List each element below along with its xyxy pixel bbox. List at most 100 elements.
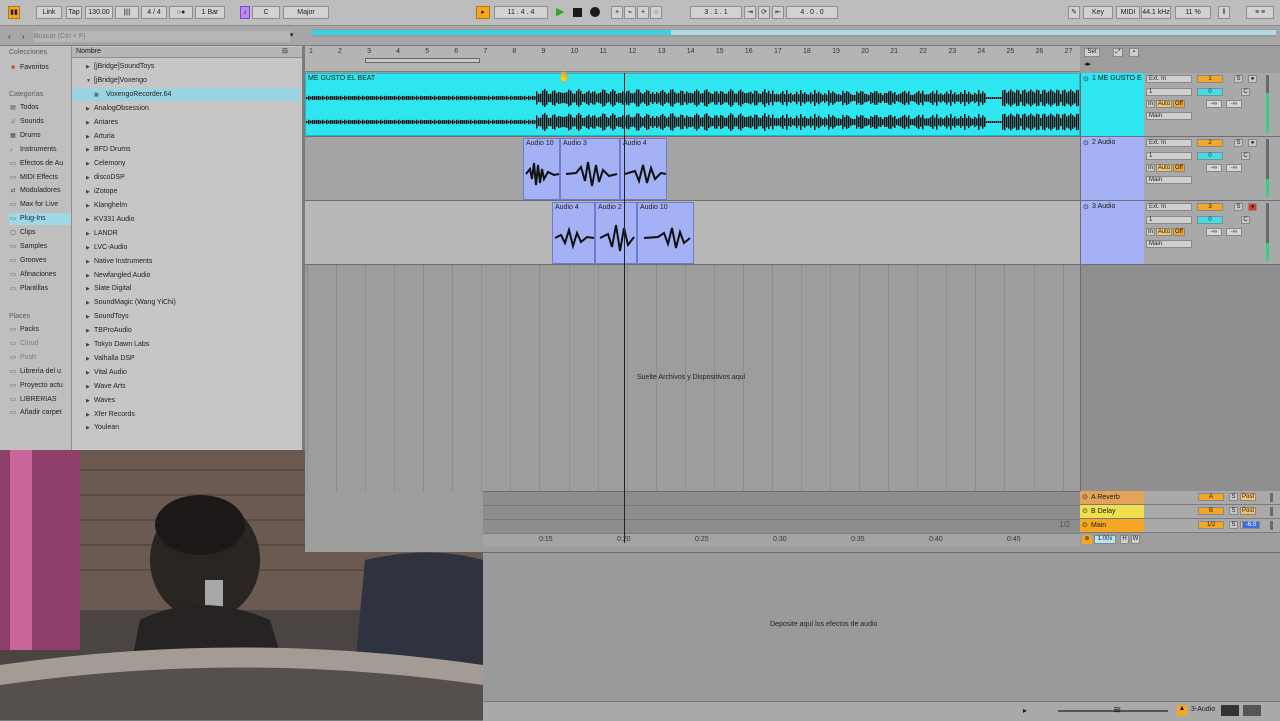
track-lane-3[interactable]: Audio 4 Audio 2 Audio 10 xyxy=(305,201,1080,265)
list-item[interactable]: ▶ LVC-Audio xyxy=(78,241,300,254)
monitor-off-button[interactable]: Off xyxy=(1173,164,1185,172)
cue-icon[interactable]: C xyxy=(1241,152,1250,160)
locator-arrows-icon[interactable]: ◂▸ xyxy=(1084,60,1091,68)
w-button[interactable]: W xyxy=(1131,535,1140,544)
record-arm-icon[interactable]: ● xyxy=(1248,75,1257,83)
input-type-select[interactable]: Ext. In xyxy=(1146,203,1192,211)
audio-clip[interactable]: Audio 4 xyxy=(620,138,667,200)
sidebar-item-favoritos[interactable]: ■ Favoritos xyxy=(9,62,71,74)
sidebar-item-place[interactable]: ▭ Librería del u xyxy=(9,366,71,378)
list-item[interactable]: ▶ SoundMagic (Wang YiChi) xyxy=(78,296,300,309)
track-activator-button[interactable]: 1 xyxy=(1197,75,1223,83)
sidebar-item-category[interactable]: ▭ Samples xyxy=(9,241,71,253)
return-track[interactable]: ⊙Main1/2S0-6.0 xyxy=(1080,519,1280,533)
tap-button[interactable]: Tap xyxy=(66,6,82,19)
fold-icon[interactable]: ⊙ xyxy=(1083,203,1089,211)
lock-icon[interactable]: ▪ xyxy=(1129,48,1139,57)
track-name[interactable]: 1 ME GUSTO E xyxy=(1092,75,1142,82)
fold-icon[interactable]: ⊙ xyxy=(1083,75,1089,83)
warning-icon[interactable]: ▲ xyxy=(1177,705,1187,716)
collapse-icon[interactable]: ⊟ xyxy=(282,47,288,55)
play-small-icon[interactable]: ▸ xyxy=(1023,706,1027,715)
loop-length-field[interactable]: 4 . 0 . 0 xyxy=(786,6,838,19)
sidebar-item-category[interactable]: ▭ Efectos de Au xyxy=(9,158,71,170)
track-lane-1[interactable]: ME GUSTO EL BEAT xyxy=(305,73,1080,137)
forward-arrow-icon[interactable]: › xyxy=(22,32,25,41)
overdub-icon[interactable]: + xyxy=(611,6,623,19)
follow-icon[interactable]: ▸ xyxy=(476,6,490,19)
list-item[interactable]: ▶ Youlean xyxy=(78,421,300,434)
list-item[interactable]: ▶ SoundToys xyxy=(78,310,300,323)
monitor-auto-button[interactable]: Auto xyxy=(1156,100,1172,108)
solo-button[interactable]: S xyxy=(1229,521,1238,529)
fold-icon[interactable]: ⊙ xyxy=(1082,493,1088,501)
sidebar-item-category[interactable]: ♫ Sounds xyxy=(9,116,71,128)
metronome-icon[interactable]: |||| xyxy=(115,6,139,19)
main-track-icon[interactable]: ⊕ xyxy=(1082,535,1092,544)
list-item[interactable]: ▶ Arturia xyxy=(78,130,300,143)
audio-clip[interactable]: ME GUSTO EL BEAT xyxy=(305,73,1080,136)
list-item[interactable]: ▶ Xfer Records xyxy=(78,408,300,421)
sidebar-item-place[interactable]: ▭ Push xyxy=(9,352,71,364)
sidebar-item-category[interactable]: ▭ Plug-Ins xyxy=(9,213,71,226)
sidebar-item-category[interactable]: ▭ Grooves xyxy=(9,255,71,267)
input-type-select[interactable]: Ext. In xyxy=(1146,75,1192,83)
scale-toggle-icon[interactable]: ♪ xyxy=(240,6,250,19)
arrangement-overview[interactable] xyxy=(311,29,1276,37)
sidebar-item-category[interactable]: ▭ Afinaciones xyxy=(9,269,71,281)
key-map-button[interactable]: Key xyxy=(1083,6,1113,19)
sidebar-item-category[interactable]: ▦ Drums xyxy=(9,130,71,142)
expand-icon[interactable]: ⤢ xyxy=(1113,48,1123,57)
monitor-in-button[interactable]: In xyxy=(1146,228,1155,236)
return-track-name[interactable]: B Delay xyxy=(1091,508,1116,515)
punch-icon[interactable]: + xyxy=(637,6,649,19)
list-item[interactable]: ▶ iZotope xyxy=(78,185,300,198)
sidebar-item-category[interactable]: ▭ Plantillas xyxy=(9,283,71,295)
track-activator-button[interactable]: 3 xyxy=(1197,203,1223,211)
back-arrow-icon[interactable]: ‹ xyxy=(8,32,11,41)
audio-clip[interactable]: Audio 4 xyxy=(552,202,595,264)
solo-button[interactable]: S xyxy=(1234,139,1243,147)
track-name[interactable]: 2 Audio xyxy=(1092,139,1115,146)
chevron-down-icon[interactable]: ▾ xyxy=(290,31,294,39)
input-channel-select[interactable]: 1 xyxy=(1146,88,1192,96)
input-channel-select[interactable]: 1 xyxy=(1146,152,1192,160)
sidebar-item-category[interactable]: ▭ MIDI Effects xyxy=(9,172,71,184)
return-track-name[interactable]: Main xyxy=(1091,522,1106,529)
audio-clip[interactable]: Audio 2 xyxy=(595,202,637,264)
list-item[interactable]: ▶ discoDSP xyxy=(78,171,300,184)
track-header[interactable]: ⊙ 1 ME GUSTO E xyxy=(1080,73,1144,137)
return-track[interactable]: ⊙ B Delay B S Post xyxy=(1080,505,1280,519)
monitor-in-button[interactable]: In xyxy=(1146,164,1155,172)
stop-icon[interactable] xyxy=(573,8,582,17)
list-item[interactable]: ▶ Klanghelm xyxy=(78,199,300,212)
sidebar-item-place[interactable]: ▭ Añadir carpet xyxy=(9,407,71,419)
track-volume-field[interactable]: 0 xyxy=(1197,216,1223,224)
return-track-header[interactable]: ⊙ B Delay xyxy=(1080,505,1144,518)
list-item[interactable]: ▶ Celemony xyxy=(78,157,300,170)
sidebar-item-place[interactable]: ▭ LIBRERIAS xyxy=(9,394,71,406)
clip-view-icon[interactable] xyxy=(1221,705,1239,716)
return-track-header[interactable]: ⊙ Main xyxy=(1080,519,1144,532)
return-lanes[interactable]: 1/2 xyxy=(483,491,1080,533)
list-item[interactable]: ▶ BFD Drums xyxy=(78,143,300,156)
loop-brace[interactable] xyxy=(365,58,480,63)
session-record-icon[interactable]: ○ xyxy=(650,6,662,19)
audio-clip[interactable]: Audio 10 xyxy=(523,138,560,200)
track-header[interactable]: ⊙ 2 Audio xyxy=(1080,137,1144,201)
set-button[interactable]: Set xyxy=(1084,48,1100,57)
sidebar-item-place[interactable]: ▭ Packs xyxy=(9,324,71,336)
sidebar-item-category[interactable]: ▤ Todos xyxy=(9,102,71,114)
name-column-header[interactable]: Nombre ⊟ xyxy=(72,47,302,58)
tempo-field[interactable]: 130.00 xyxy=(85,6,113,19)
main-volume-field[interactable]: -6.0 xyxy=(1242,521,1260,529)
time-ruler[interactable]: 0:150:200:250:300:350:400:45 xyxy=(483,533,1080,547)
loop-icon[interactable]: ⟳ xyxy=(758,6,770,19)
fold-icon[interactable]: ⊙ xyxy=(1083,139,1089,147)
output-select[interactable]: Main xyxy=(1146,176,1192,184)
audio-clip[interactable]: Audio 3 xyxy=(560,138,620,200)
list-item[interactable]: ▶ Antares xyxy=(78,116,300,129)
monitor-off-button[interactable]: Off xyxy=(1173,228,1185,236)
list-item[interactable]: ▶ Waves xyxy=(78,394,300,407)
track-header[interactable]: ⊙ 3 Audio xyxy=(1080,201,1144,265)
